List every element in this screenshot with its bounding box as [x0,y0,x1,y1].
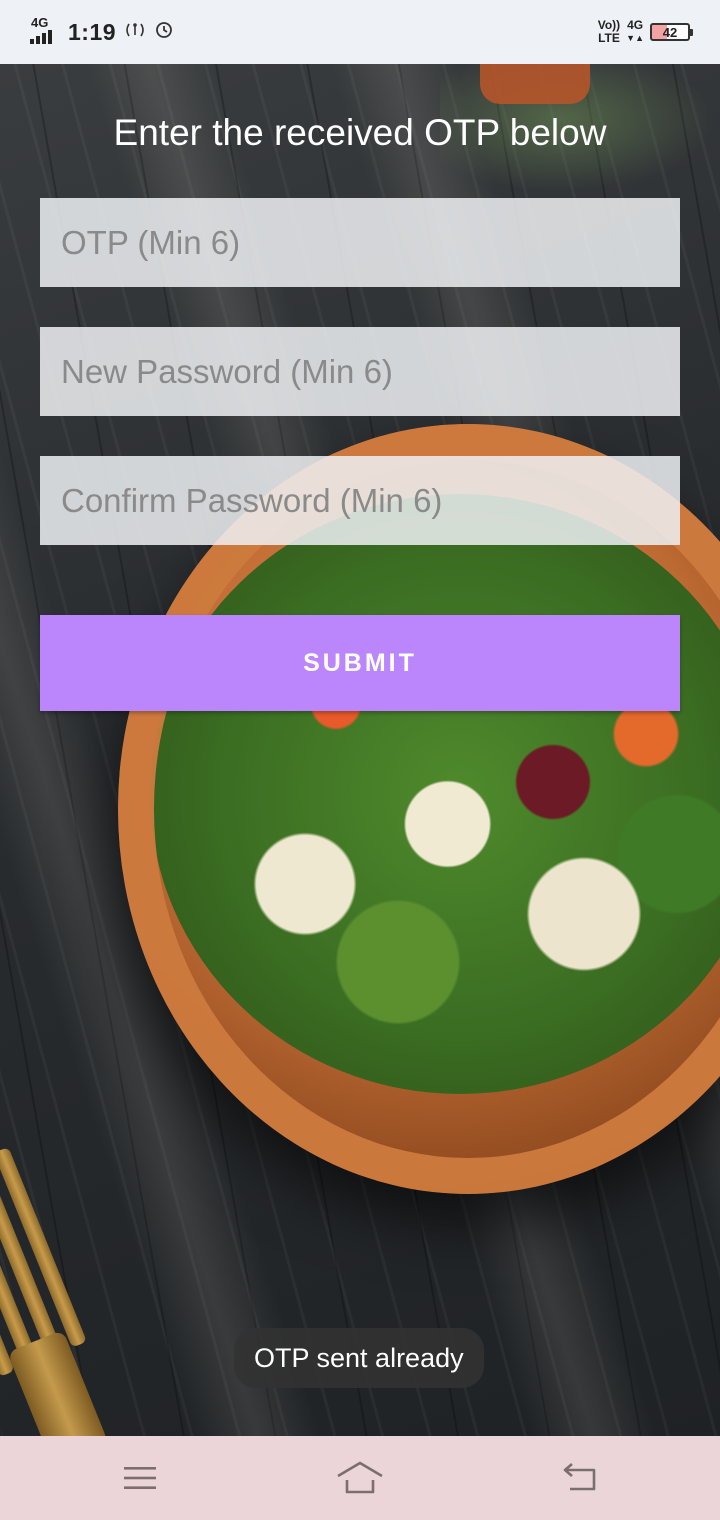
new-password-input[interactable] [40,327,680,416]
signal-icon: 4G [30,15,60,46]
hotspot-icon [124,21,146,44]
navigation-bar [0,1436,720,1520]
submit-button[interactable]: SUBMIT [40,615,680,711]
otp-input[interactable] [40,198,680,287]
battery-level: 42 [662,24,678,40]
lte-label: LTE [598,31,620,45]
network-type-right-label: 4G [627,18,644,32]
status-bar: 4G 1:19 Vo)) LTE 4G ▼▲ 42 [0,0,720,64]
clock-time: 1:19 [68,18,117,45]
confirm-password-input[interactable] [40,456,680,545]
alarm-icon [154,20,174,45]
page-title: Enter the received OTP below [113,112,607,153]
status-bar-left: 4G 1:19 [30,15,174,46]
toast-message: OTP sent already [234,1328,484,1388]
status-bar-right: Vo)) LTE 4G ▼▲ 42 [598,18,693,45]
volte-indicator: Vo)) LTE [598,19,620,45]
back-icon[interactable] [550,1450,610,1506]
data-arrows-icon: 4G ▼▲ [626,18,644,44]
battery-icon: 42 [650,23,693,41]
menu-icon[interactable] [110,1450,170,1506]
home-icon[interactable] [330,1450,390,1506]
network-type-label: 4G [31,15,49,30]
